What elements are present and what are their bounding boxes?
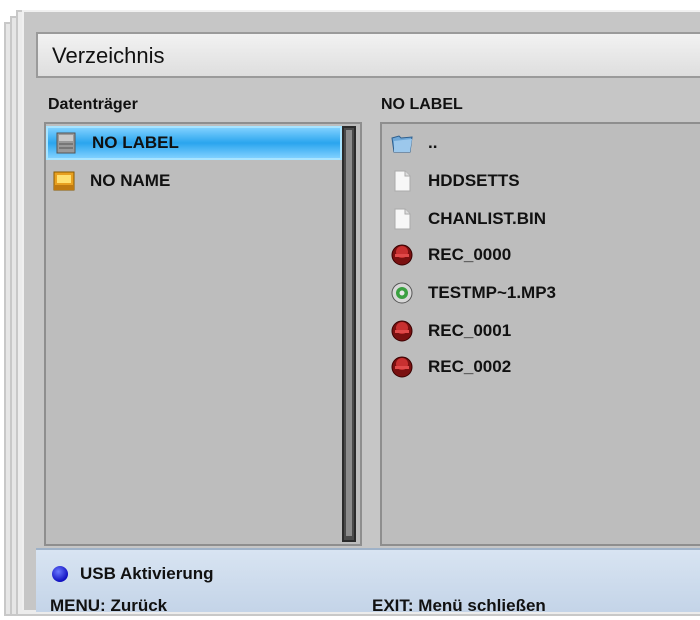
file-item-testmp3[interactable]: TESTMP~1.MP3 <box>390 276 690 310</box>
drive-list-scrollbar[interactable] <box>342 126 356 542</box>
window-title: Verzeichnis <box>52 43 165 68</box>
file-item-label: REC_0002 <box>428 357 512 376</box>
title-bar: Verzeichnis <box>36 32 700 78</box>
usb-activation-hint[interactable]: USB Aktivierung <box>80 564 214 584</box>
file-item-label: TESTMP~1.MP3 <box>428 283 557 302</box>
file-item-rec-0000[interactable]: REC_0000 <box>390 238 690 272</box>
drive-item-label: NO LABEL <box>92 133 179 152</box>
recording-icon <box>391 320 413 342</box>
drive-item-no-name[interactable]: NO NAME <box>52 164 342 198</box>
drives-label: Datenträger <box>48 96 138 113</box>
current-folder-label: NO LABEL <box>381 96 463 113</box>
folder-up-icon <box>391 135 413 153</box>
drive-item-no-label[interactable]: NO LABEL <box>46 126 342 160</box>
file-item-rec-0001[interactable]: REC_0001 <box>390 314 690 348</box>
recording-icon <box>391 244 413 266</box>
drive-icon <box>56 132 76 154</box>
file-item-label: .. <box>428 133 438 152</box>
directory-window: Verzeichnis Datenträger NO LABEL NO LABE… <box>22 10 700 615</box>
file-item-hddsetts[interactable]: HDDSETTS <box>390 164 690 198</box>
file-item-label: HDDSETTS <box>428 171 520 190</box>
status-bar: USB Aktivierung MENU: Zurück EXIT: Menü … <box>36 548 700 615</box>
folder-drive-icon <box>53 171 75 191</box>
file-icon <box>394 170 411 192</box>
file-item-label: CHANLIST.BIN <box>428 209 547 228</box>
blue-button-icon <box>52 566 68 582</box>
file-item-label: REC_0000 <box>428 245 512 264</box>
file-item-rec-0002[interactable]: REC_0002 <box>390 350 690 384</box>
scroll-thumb[interactable] <box>346 130 352 536</box>
file-item-chanlist[interactable]: CHANLIST.BIN <box>390 202 690 236</box>
file-item-label: REC_0001 <box>428 321 512 340</box>
drive-item-label: NO NAME <box>90 171 171 190</box>
exit-close-hint[interactable]: EXIT: Menü schließen <box>372 596 546 616</box>
recording-icon <box>391 356 413 378</box>
audio-file-icon <box>391 282 413 304</box>
menu-back-hint[interactable]: MENU: Zurück <box>50 596 167 616</box>
file-icon <box>394 208 411 230</box>
file-item-parent[interactable]: .. <box>390 126 690 160</box>
